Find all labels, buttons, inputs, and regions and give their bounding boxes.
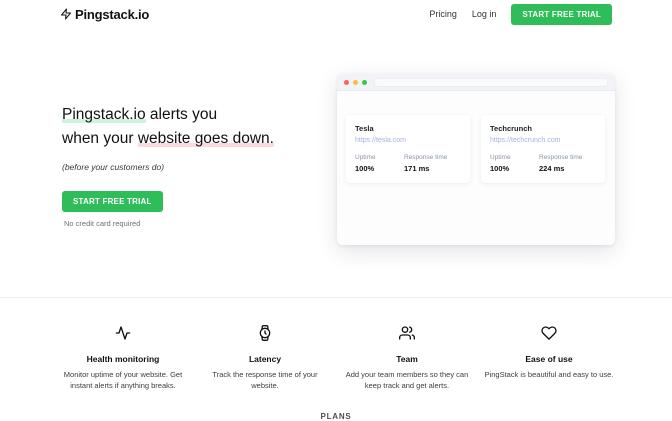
- monitor-site-name: Techcrunch: [490, 124, 596, 133]
- monitor-stats: Uptime 100% Response time 171 ms: [355, 154, 461, 173]
- feature-description: Add your team members so they can keep t…: [342, 370, 472, 391]
- feature-description: Monitor uptime of your website. Get inst…: [58, 370, 188, 391]
- hero-heading-highlight-brand: Pingstack.io: [62, 106, 146, 123]
- uptime-stat: Uptime 100%: [355, 154, 404, 173]
- nav-pricing-link[interactable]: Pricing: [429, 9, 457, 19]
- nav-start-trial-button[interactable]: START FREE TRIAL: [511, 4, 612, 25]
- feature-title: Team: [342, 354, 472, 364]
- nav-login-link[interactable]: Log in: [472, 9, 497, 19]
- hero-heading-highlight-down: website goes down.: [138, 130, 274, 147]
- browser-content: Tesla https://tesla.com Uptime 100% Resp…: [337, 91, 615, 183]
- feature-title: Health monitoring: [58, 354, 188, 364]
- monitor-card-techcrunch: Techcrunch https://techcrunch.com Uptime…: [481, 115, 605, 183]
- uptime-label: Uptime: [490, 154, 539, 161]
- hero-cta-note: No credit card required: [62, 219, 332, 228]
- uptime-value: 100%: [355, 164, 404, 173]
- feature-description: PingStack is beautiful and easy to use.: [484, 370, 614, 381]
- hero-subtext: (before your customers do): [62, 162, 332, 172]
- response-time-label: Response time: [404, 154, 453, 161]
- hero-section: Pingstack.io alerts you when your websit…: [62, 103, 332, 228]
- close-window-icon: [344, 80, 349, 85]
- feature-title: Latency: [200, 354, 330, 364]
- hero-heading-line2-prefix: when your: [62, 130, 138, 147]
- features-section: Health monitoring Monitor uptime of your…: [0, 297, 672, 391]
- response-time-value: 224 ms: [539, 164, 588, 173]
- watch-icon: [257, 325, 273, 341]
- monitor-site-url: https://tesla.com: [355, 137, 461, 144]
- feature-health-monitoring: Health monitoring Monitor uptime of your…: [52, 325, 194, 391]
- uptime-value: 100%: [490, 164, 539, 173]
- feature-description: Track the response time of your website.: [200, 370, 330, 391]
- users-icon: [399, 325, 415, 341]
- hero-heading: Pingstack.io alerts you when your websit…: [62, 103, 332, 151]
- feature-ease-of-use: Ease of use PingStack is beautiful and e…: [478, 325, 620, 391]
- hero-heading-line1-rest: alerts you: [146, 106, 218, 123]
- feature-title: Ease of use: [484, 354, 614, 364]
- hero-start-trial-button[interactable]: START FREE TRIAL: [62, 191, 163, 212]
- browser-titlebar: [337, 74, 615, 91]
- monitor-site-url: https://techcrunch.com: [490, 137, 596, 144]
- zap-icon: [60, 8, 72, 20]
- feature-latency: Latency Track the response time of your …: [194, 325, 336, 391]
- monitor-card-tesla: Tesla https://tesla.com Uptime 100% Resp…: [346, 115, 470, 183]
- heart-icon: [541, 325, 557, 341]
- response-time-label: Response time: [539, 154, 588, 161]
- traffic-lights: [344, 80, 367, 85]
- uptime-label: Uptime: [355, 154, 404, 161]
- uptime-stat: Uptime 100%: [490, 154, 539, 173]
- monitor-stats: Uptime 100% Response time 224 ms: [490, 154, 596, 173]
- brand-logo[interactable]: Pingstack.io: [60, 7, 149, 22]
- header: Pingstack.io Pricing Log in START FREE T…: [0, 0, 672, 28]
- response-time-stat: Response time 171 ms: [404, 154, 453, 173]
- brand-name: Pingstack.io: [75, 7, 149, 22]
- monitor-site-name: Tesla: [355, 124, 461, 133]
- response-time-stat: Response time 224 ms: [539, 154, 588, 173]
- feature-team: Team Add your team members so they can k…: [336, 325, 478, 391]
- browser-mockup: Tesla https://tesla.com Uptime 100% Resp…: [337, 74, 615, 245]
- maximize-window-icon: [362, 80, 367, 85]
- activity-icon: [115, 325, 131, 341]
- minimize-window-icon: [353, 80, 358, 85]
- browser-url-bar: [374, 78, 608, 87]
- response-time-value: 171 ms: [404, 164, 453, 173]
- nav-links: Pricing Log in START FREE TRIAL: [429, 4, 612, 25]
